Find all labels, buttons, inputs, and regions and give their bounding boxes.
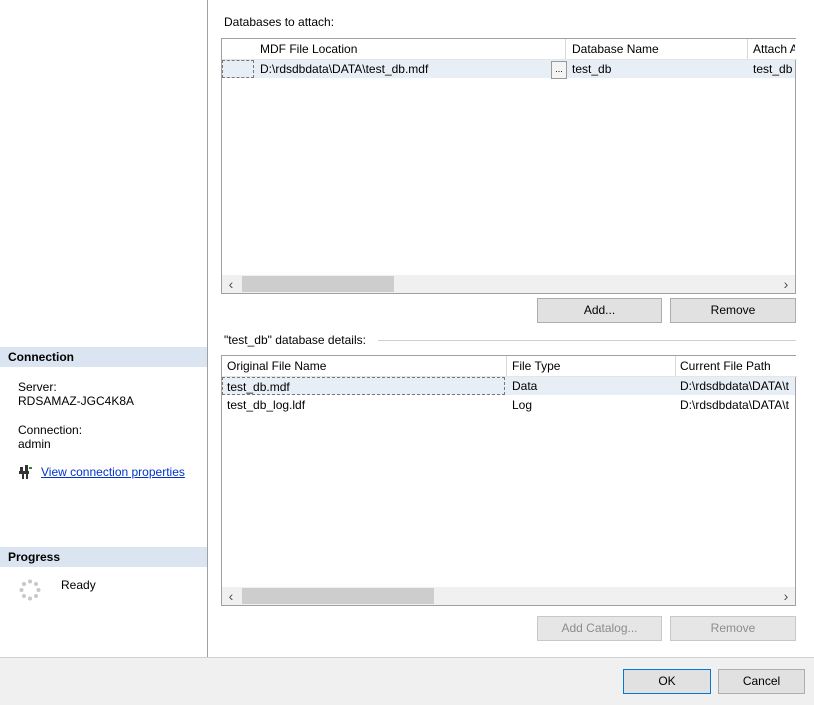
current-file-path-cell[interactable]: D:\rdsdbdata\DATA\t xyxy=(680,377,795,395)
col-original-file-name[interactable]: Original File Name xyxy=(227,356,326,376)
col-mdf-location[interactable]: MDF File Location xyxy=(260,39,357,59)
file-type-cell[interactable]: Data xyxy=(512,377,672,395)
remove-attach-button[interactable]: Remove xyxy=(670,298,796,323)
database-name-cell[interactable]: test_db xyxy=(572,60,742,78)
add-button[interactable]: Add... xyxy=(537,298,662,323)
scroll-right-icon[interactable]: › xyxy=(777,275,795,293)
details-grid[interactable]: Original File Name File Type Current Fil… xyxy=(221,355,797,606)
scroll-left-icon[interactable]: ‹ xyxy=(222,587,240,605)
scroll-left-icon[interactable]: ‹ xyxy=(222,275,240,293)
remove-details-button[interactable]: Remove xyxy=(670,616,796,641)
attach-as-cell[interactable]: test_db xyxy=(753,60,795,78)
database-details-title: "test_db" database details: xyxy=(224,333,366,347)
left-panel: Connection Server: RDSAMAZ-JGC4K8A Conne… xyxy=(0,0,207,657)
details-grid-header: Original File Name File Type Current Fil… xyxy=(222,356,797,377)
col-current-file-path[interactable]: Current File Path xyxy=(680,356,795,376)
dialog-footer: OK Cancel xyxy=(0,657,814,705)
scroll-thumb[interactable] xyxy=(242,588,434,604)
add-catalog-button[interactable]: Add Catalog... xyxy=(537,616,662,641)
server-value: RDSAMAZ-JGC4K8A xyxy=(18,394,135,408)
cancel-button[interactable]: Cancel xyxy=(718,669,805,694)
col-attach-as[interactable]: Attach A xyxy=(753,39,795,59)
plug-icon xyxy=(18,464,34,480)
details-title-rule xyxy=(378,340,796,341)
col-divider xyxy=(565,39,566,59)
scroll-thumb[interactable] xyxy=(242,276,394,292)
ok-button[interactable]: OK xyxy=(623,669,711,694)
col-database-name[interactable]: Database Name xyxy=(572,39,659,59)
table-row[interactable]: test_db.mdf Data D:\rdsdbdata\DATA\t xyxy=(222,377,795,395)
file-type-cell[interactable]: Log xyxy=(512,396,672,414)
connection-section-header: Connection xyxy=(0,347,207,367)
col-divider xyxy=(675,356,676,376)
table-row[interactable]: test_db_log.ldf Log D:\rdsdbdata\DATA\t xyxy=(222,396,795,414)
attach-grid-header: MDF File Location Database Name Attach A xyxy=(222,39,797,60)
details-hscrollbar[interactable]: ‹ › xyxy=(222,587,795,605)
table-row[interactable]: D:\rdsdbdata\DATA\test_db.mdf ... test_d… xyxy=(222,60,795,79)
current-file-path-cell[interactable]: D:\rdsdbdata\DATA\t xyxy=(680,396,795,414)
row-selector[interactable] xyxy=(222,60,254,78)
browse-button[interactable]: ... xyxy=(551,61,567,79)
attach-grid[interactable]: MDF File Location Database Name Attach A… xyxy=(221,38,797,294)
databases-to-attach-title: Databases to attach: xyxy=(224,15,335,29)
col-divider xyxy=(747,39,748,59)
right-panel: Databases to attach: MDF File Location D… xyxy=(208,0,814,657)
attach-hscrollbar[interactable]: ‹ › xyxy=(222,275,795,293)
progress-section-header: Progress xyxy=(0,547,207,567)
spinner-icon xyxy=(19,579,41,601)
col-divider xyxy=(506,356,507,376)
server-label: Server: xyxy=(18,380,57,394)
mdf-location-cell[interactable]: D:\rdsdbdata\DATA\test_db.mdf xyxy=(260,60,550,78)
col-file-type[interactable]: File Type xyxy=(512,356,560,376)
progress-status: Ready xyxy=(61,578,96,592)
original-file-name-cell[interactable]: test_db.mdf xyxy=(222,377,505,395)
connection-value: admin xyxy=(18,437,51,451)
view-connection-properties-link[interactable]: View connection properties xyxy=(41,465,185,479)
scroll-right-icon[interactable]: › xyxy=(777,587,795,605)
connection-label: Connection: xyxy=(18,423,83,437)
original-file-name-cell[interactable]: test_db_log.ldf xyxy=(227,396,505,414)
